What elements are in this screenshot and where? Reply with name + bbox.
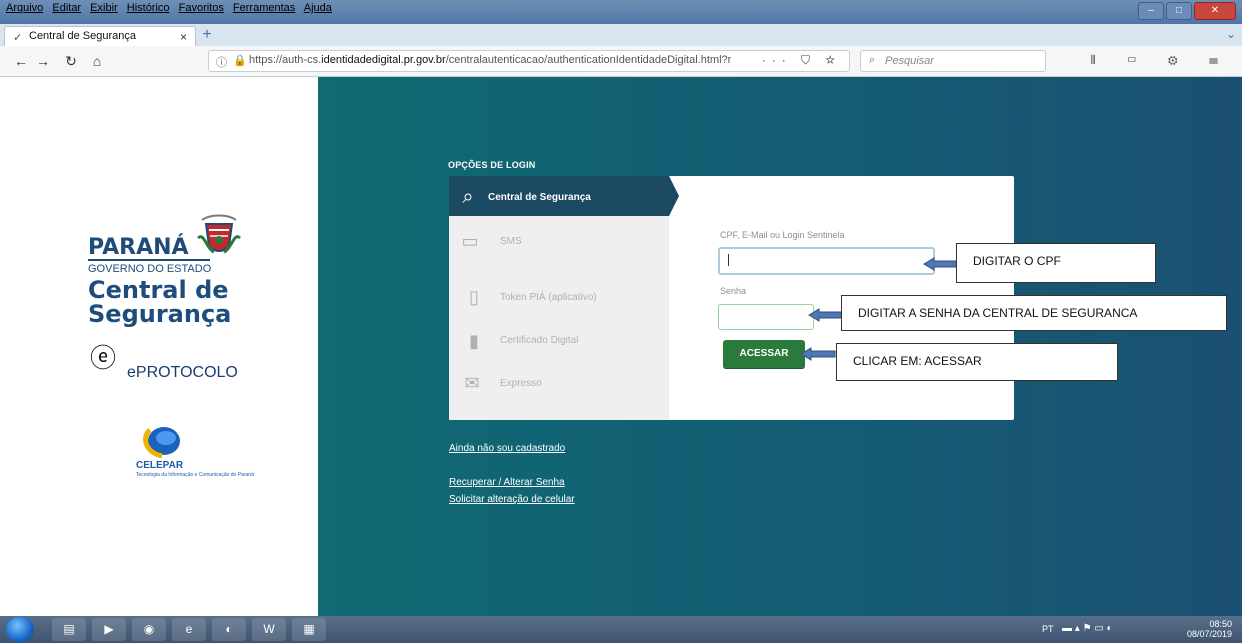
parana-crest-icon [196, 214, 242, 254]
back-icon[interactable]: ← [10, 50, 32, 72]
option-token-pia[interactable]: Token PIÁ (aplicativo) [500, 292, 597, 303]
callout-digitar-senha: DIGITAR A SENHA DA CENTRAL DE SEGURANCA [841, 295, 1227, 331]
navigation-bar: ← → ↻ ⌂ ⓘ 🔒 https://auth-cs.identidadedi… [0, 46, 1242, 77]
clock[interactable]: 08:50 08/07/2019 [1187, 619, 1232, 639]
search-placeholder: Pesquisar [885, 55, 934, 67]
tab-strip: ✓ Central de Segurança × + ⌄ [0, 24, 1242, 47]
link-recuperar-alterar-senha[interactable]: Recuperar / Alterar Senha [449, 477, 565, 488]
system-tray: PT ▬ ▴ ⚑ ▭ ◐ 08:50 08/07/2019 [1042, 618, 1232, 641]
forward-icon[interactable]: → [32, 50, 54, 72]
link-ainda-nao-sou-cadastrado[interactable]: Ainda não sou cadastrado [449, 443, 565, 454]
tab-overflow-icon[interactable]: ⌄ [1226, 27, 1236, 41]
home-icon[interactable]: ⌂ [86, 50, 108, 72]
option-expresso[interactable]: Expresso [500, 378, 542, 389]
senha-input[interactable] [718, 304, 814, 330]
arrow-left-icon [808, 308, 844, 322]
governo-do-estado-text: GOVERNO DO ESTADO [88, 263, 212, 275]
toolbar-icons[interactable]: ⫴ ▭ ⚙ ☰ [1091, 53, 1232, 68]
menu-ajuda[interactable]: Ajuda [304, 2, 332, 14]
left-branding-panel [0, 77, 318, 616]
celepar-text: CELEPAR [136, 460, 184, 471]
menu-editar[interactable]: Editar [52, 2, 81, 14]
lock-icon[interactable]: 🔒 [233, 54, 247, 67]
celepar-logo-icon [143, 427, 180, 458]
eprotocolo-logo-text: ePROTOCOLO [127, 364, 238, 382]
url-text[interactable]: https://auth-cs.identidadedigital.pr.gov… [249, 54, 779, 66]
central-line-2: Segurança [88, 300, 232, 328]
link-solicitar-alteracao-celular[interactable]: Solicitar alteração de celular [449, 494, 575, 505]
address-bar[interactable]: ⓘ 🔒 https://auth-cs.identidadedigital.pr… [208, 50, 850, 72]
menu-arquivo[interactable]: Arquivo [6, 2, 43, 14]
start-button[interactable] [6, 617, 34, 642]
arrow-left-icon [923, 257, 959, 271]
time-text: 08:50 [1209, 619, 1232, 629]
tray-icons[interactable]: ▬ ▴ ⚑ ▭ ◐ [1062, 623, 1113, 634]
callout-text-cpf: DIGITAR O CPF [973, 254, 1061, 268]
callout-digitar-o-cpf: DIGITAR O CPF [956, 243, 1156, 283]
file-explorer-icon[interactable]: ▤ [52, 618, 86, 641]
active-option-arrow [669, 176, 679, 216]
cpf-input[interactable] [718, 247, 935, 275]
language-indicator[interactable]: PT [1042, 624, 1054, 634]
info-icon[interactable]: ⓘ [216, 54, 227, 70]
date-text: 08/07/2019 [1186, 629, 1232, 639]
reload-icon[interactable]: ↻ [60, 50, 82, 72]
search-box[interactable]: ⌕ Pesquisar [860, 50, 1046, 72]
text-caret [728, 254, 729, 266]
eprotocolo-rest: PROTOCOLO [135, 364, 238, 381]
celepar-subtext: Tecnologia da Informação e Comunicação d… [136, 472, 254, 478]
mail-icon: ✉ [464, 373, 480, 393]
menu-favoritos[interactable]: Favoritos [179, 2, 224, 14]
central-line-1: Central de [88, 276, 229, 304]
callout-clicar-acessar: CLICAR EM: ACESSAR [836, 343, 1118, 381]
parana-underline [88, 259, 210, 261]
document-icon[interactable]: ▦ [292, 618, 326, 641]
option-certificado-digital[interactable]: Certificado Digital [500, 335, 578, 346]
usb-token-icon: ▮ [469, 331, 479, 351]
central-de-seguranca-logo-text: Central de Segurança [88, 278, 231, 326]
taskbar: ▤ ▶ ◉ e ◐ W ▦ PT ▬ ▴ ⚑ ▭ ◐ 08:50 08/07/2… [0, 616, 1242, 643]
senha-label: Senha [720, 286, 747, 296]
page-actions-icons[interactable]: ··· ⛉ ☆ [762, 53, 841, 68]
search-id-icon: ⌕ [462, 186, 474, 208]
eprotocolo-mark-icon: ⓔ [90, 343, 117, 373]
arrow-left-icon [800, 347, 836, 361]
window-controls: – □ ✕ [1138, 2, 1236, 20]
parana-wordmark: PARANÁ [88, 235, 189, 260]
option-central-de-seguranca[interactable]: Central de Segurança [488, 192, 591, 203]
firefox-icon[interactable]: ◐ [212, 618, 246, 641]
maximize-button[interactable]: □ [1166, 2, 1192, 20]
callout-text-senha: DIGITAR A SENHA DA CENTRAL DE SEGURANCA [858, 306, 1138, 320]
word-icon[interactable]: W [252, 618, 286, 641]
menu-items: Arquivo Editar Exibir Histórico Favorito… [6, 2, 338, 14]
acessar-button[interactable]: ACESSAR [723, 340, 805, 368]
sms-icon: ▭ [461, 231, 479, 251]
tab-title: Central de Segurança [29, 30, 137, 42]
close-window-button[interactable]: ✕ [1194, 2, 1236, 20]
tab-central-de-seguranca[interactable]: ✓ Central de Segurança × [4, 26, 196, 47]
search-icon: ⌕ [869, 54, 876, 66]
close-tab-icon[interactable]: × [180, 30, 187, 44]
media-player-icon[interactable]: ▶ [92, 618, 126, 641]
internet-explorer-icon[interactable]: e [172, 618, 206, 641]
option-sms[interactable]: SMS [500, 236, 522, 247]
eprotocolo-e: e [127, 364, 136, 381]
site-favicon-icon: ✓ [13, 32, 23, 44]
chrome-icon[interactable]: ◉ [132, 618, 166, 641]
menu-exibir[interactable]: Exibir [90, 2, 118, 14]
phone-icon: ▯ [469, 287, 479, 307]
menu-ferramentas[interactable]: Ferramentas [233, 2, 295, 14]
menu-historico[interactable]: Histórico [127, 2, 170, 14]
login-options-title: OPÇÕES DE LOGIN [448, 160, 536, 170]
new-tab-button[interactable]: + [198, 27, 216, 45]
menu-bar: Arquivo Editar Exibir Histórico Favorito… [0, 0, 1242, 24]
minimize-button[interactable]: – [1138, 2, 1164, 20]
cpf-label: CPF, E-Mail ou Login Sentinela [720, 230, 845, 240]
callout-text-acessar: CLICAR EM: ACESSAR [853, 354, 982, 368]
